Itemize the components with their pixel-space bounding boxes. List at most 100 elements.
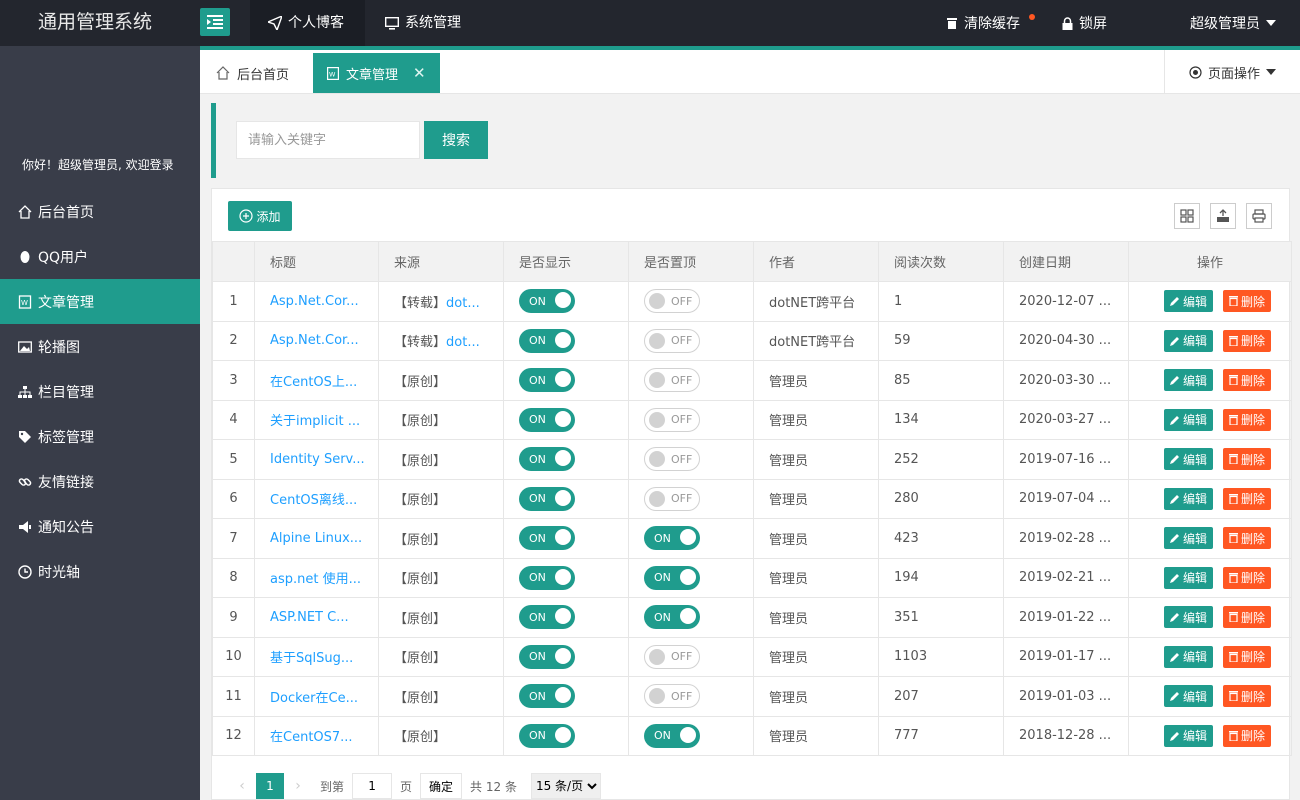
top-switch[interactable]: OFF — [644, 328, 700, 353]
top-switch[interactable]: OFF — [644, 289, 700, 314]
delete-button[interactable]: 删除 — [1223, 685, 1272, 708]
goto-confirm-button[interactable]: 确定 — [420, 773, 463, 799]
sidebar-toggle-button[interactable] — [200, 8, 230, 36]
edit-button[interactable]: 编辑 — [1163, 369, 1213, 392]
show-switch[interactable]: ON — [519, 684, 575, 709]
sidebar-item-articles[interactable]: W 文章管理 — [0, 279, 200, 324]
column-header[interactable]: 标题 — [254, 241, 379, 282]
delete-button[interactable]: 删除 — [1223, 566, 1272, 589]
sidebar-item-friend-links[interactable]: 友情链接 — [0, 459, 200, 504]
edit-button[interactable]: 编辑 — [1163, 724, 1213, 747]
delete-button[interactable]: 删除 — [1223, 290, 1272, 313]
user-menu[interactable]: 超级管理员 — [1190, 0, 1276, 46]
edit-button[interactable]: 编辑 — [1163, 606, 1213, 629]
article-title-link[interactable]: CentOS离线... — [270, 493, 357, 508]
edit-button[interactable]: 编辑 — [1163, 645, 1213, 668]
page-size-select[interactable]: 15 条/页 — [530, 773, 601, 799]
article-title-link[interactable]: Docker在Ce... — [270, 691, 358, 706]
tab-dashboard[interactable]: 后台首页 — [202, 53, 303, 93]
edit-button[interactable]: 编辑 — [1163, 408, 1213, 431]
sidebar-item-carousel[interactable]: 轮播图 — [0, 324, 200, 369]
top-switch[interactable]: OFF — [644, 486, 700, 511]
top-switch[interactable]: OFF — [644, 407, 700, 432]
delete-button[interactable]: 删除 — [1223, 724, 1272, 747]
delete-button[interactable]: 删除 — [1223, 448, 1272, 471]
lock-screen-button[interactable]: 锁屏 — [1062, 0, 1107, 46]
sidebar-item-dashboard[interactable]: 后台首页 — [0, 189, 200, 234]
sidebar-item-columns[interactable]: 栏目管理 — [0, 369, 200, 414]
article-title-link[interactable]: 在CentOS7... — [270, 730, 353, 745]
article-title-link[interactable]: ASP.NET C... — [270, 610, 349, 625]
sidebar-item-tags[interactable]: 标签管理 — [0, 414, 200, 459]
top-switch[interactable]: ON — [644, 723, 700, 748]
column-header[interactable]: 阅读次数 — [878, 241, 1004, 282]
show-switch[interactable]: ON — [519, 526, 575, 551]
delete-button[interactable]: 删除 — [1223, 369, 1272, 392]
nav-system-management[interactable]: 系统管理 — [367, 0, 479, 46]
sidebar-item-qq-users[interactable]: QQ用户 — [0, 234, 200, 279]
article-title-link[interactable]: 关于implicit ... — [270, 414, 360, 429]
print-button[interactable] — [1246, 203, 1272, 229]
show-switch[interactable]: ON — [519, 565, 575, 590]
tab-articles[interactable]: W 文章管理 ✕ — [313, 53, 440, 93]
sidebar-item-timeline[interactable]: 时光轴 — [0, 549, 200, 594]
edit-button[interactable]: 编辑 — [1163, 329, 1213, 352]
edit-button[interactable]: 编辑 — [1163, 487, 1213, 510]
close-tab-icon[interactable]: ✕ — [413, 64, 426, 82]
page-operations-menu[interactable]: 页面操作 — [1164, 50, 1300, 94]
top-switch[interactable]: OFF — [644, 684, 700, 709]
article-title-link[interactable]: Asp.Net.Cor... — [270, 294, 359, 309]
show-switch[interactable]: ON — [519, 605, 575, 630]
edit-button[interactable]: 编辑 — [1163, 290, 1213, 313]
show-switch[interactable]: ON — [519, 407, 575, 432]
top-switch[interactable]: ON — [644, 526, 700, 551]
search-input[interactable] — [236, 121, 420, 159]
goto-page-input[interactable] — [352, 773, 393, 799]
show-switch[interactable]: ON — [519, 644, 575, 669]
delete-button[interactable]: 删除 — [1223, 487, 1272, 510]
article-title-link[interactable]: Alpine Linux... — [270, 531, 362, 546]
edit-button[interactable]: 编辑 — [1163, 448, 1213, 471]
source-link[interactable]: dot... — [446, 335, 480, 350]
delete-button[interactable]: 删除 — [1223, 527, 1272, 550]
delete-button[interactable]: 删除 — [1223, 408, 1272, 431]
clear-cache-button[interactable]: 清除缓存 — [946, 0, 1020, 46]
show-switch[interactable]: ON — [519, 368, 575, 393]
column-header[interactable]: 创建日期 — [1003, 241, 1129, 282]
next-page-icon[interactable]: › — [284, 778, 312, 794]
delete-button[interactable]: 删除 — [1223, 606, 1272, 629]
source-link[interactable]: dot... — [446, 296, 480, 311]
nav-personal-blog[interactable]: 个人博客 — [250, 0, 365, 46]
show-switch[interactable]: ON — [519, 289, 575, 314]
show-switch[interactable]: ON — [519, 486, 575, 511]
search-button[interactable]: 搜索 — [424, 121, 488, 159]
column-header[interactable]: 作者 — [753, 241, 879, 282]
article-title-link[interactable]: 在CentOS上... — [270, 375, 357, 390]
top-switch[interactable]: OFF — [644, 447, 700, 472]
article-title-link[interactable]: 基于SqlSug... — [270, 651, 353, 666]
column-header[interactable]: 是否显示 — [503, 241, 629, 282]
delete-button[interactable]: 删除 — [1223, 645, 1272, 668]
export-button[interactable] — [1210, 203, 1236, 229]
column-filter-button[interactable] — [1174, 203, 1200, 229]
column-header[interactable]: 是否置顶 — [628, 241, 754, 282]
edit-button[interactable]: 编辑 — [1163, 527, 1213, 550]
top-switch[interactable]: ON — [644, 565, 700, 590]
column-header[interactable]: 来源 — [378, 241, 504, 282]
article-title-link[interactable]: Asp.Net.Cor... — [270, 333, 359, 348]
show-switch[interactable]: ON — [519, 328, 575, 353]
current-page-button[interactable]: 1 — [256, 773, 284, 799]
delete-button[interactable]: 删除 — [1223, 329, 1272, 352]
article-title-link[interactable]: asp.net 使用... — [270, 572, 361, 587]
sidebar-item-notices[interactable]: 通知公告 — [0, 504, 200, 549]
article-title-link[interactable]: Identity Serv... — [270, 452, 365, 467]
edit-button[interactable]: 编辑 — [1163, 685, 1213, 708]
top-switch[interactable]: OFF — [644, 644, 700, 669]
top-switch[interactable]: OFF — [644, 368, 700, 393]
top-switch[interactable]: ON — [644, 605, 700, 630]
show-switch[interactable]: ON — [519, 723, 575, 748]
add-button[interactable]: 添加 — [228, 201, 292, 231]
edit-button[interactable]: 编辑 — [1163, 566, 1213, 589]
show-switch[interactable]: ON — [519, 447, 575, 472]
prev-page-icon[interactable]: ‹ — [228, 778, 256, 794]
